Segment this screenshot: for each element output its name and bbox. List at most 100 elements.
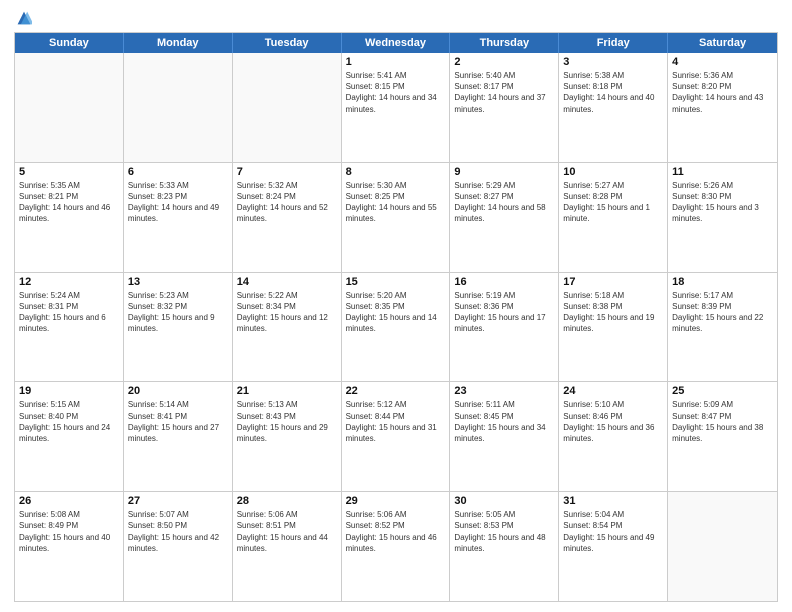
calendar-cell-6: 6 Sunrise: 5:33 AMSunset: 8:23 PMDaylight…	[124, 163, 233, 272]
cell-day-number: 26	[19, 495, 119, 507]
logo-icon	[16, 10, 32, 26]
cell-sun-info: Sunrise: 5:04 AMSunset: 8:54 PMDaylight:…	[563, 509, 663, 554]
cell-sun-info: Sunrise: 5:26 AMSunset: 8:30 PMDaylight:…	[672, 180, 773, 225]
cell-sun-info: Sunrise: 5:20 AMSunset: 8:35 PMDaylight:…	[346, 290, 446, 335]
day-of-week-tuesday: Tuesday	[233, 33, 342, 53]
cell-day-number: 5	[19, 166, 119, 178]
day-of-week-wednesday: Wednesday	[342, 33, 451, 53]
calendar-cell-31: 31 Sunrise: 5:04 AMSunset: 8:54 PMDayligh…	[559, 492, 668, 601]
calendar-cell-26: 26 Sunrise: 5:08 AMSunset: 8:49 PMDayligh…	[15, 492, 124, 601]
cell-day-number: 27	[128, 495, 228, 507]
cell-sun-info: Sunrise: 5:22 AMSunset: 8:34 PMDaylight:…	[237, 290, 337, 335]
cell-day-number: 6	[128, 166, 228, 178]
day-of-week-monday: Monday	[124, 33, 233, 53]
cell-day-number: 22	[346, 385, 446, 397]
cell-sun-info: Sunrise: 5:41 AMSunset: 8:15 PMDaylight:…	[346, 70, 446, 115]
cell-day-number: 15	[346, 276, 446, 288]
cell-day-number: 17	[563, 276, 663, 288]
cell-day-number: 14	[237, 276, 337, 288]
calendar-cell-3: 3Sunrise: 5:38 AMSunset: 8:18 PMDaylight…	[559, 53, 668, 162]
cell-sun-info: Sunrise: 5:06 AMSunset: 8:51 PMDaylight:…	[237, 509, 337, 554]
calendar-cell-empty-1	[124, 53, 233, 162]
calendar: SundayMondayTuesdayWednesdayThursdayFrid…	[14, 32, 778, 602]
calendar-cell-22: 22 Sunrise: 5:12 AMSunset: 8:44 PMDayligh…	[342, 382, 451, 491]
calendar-cell-empty-6	[668, 492, 777, 601]
calendar-body: 1 Sunrise: 5:41 AMSunset: 8:15 PMDaylight…	[15, 53, 777, 601]
calendar-cell-28: 28 Sunrise: 5:06 AMSunset: 8:51 PMDayligh…	[233, 492, 342, 601]
cell-sun-info: Sunrise: 5:08 AMSunset: 8:49 PMDaylight:…	[19, 509, 119, 554]
header	[14, 10, 778, 26]
calendar-cell-20: 20 Sunrise: 5:14 AMSunset: 8:41 PMDayligh…	[124, 382, 233, 491]
cell-sun-info: Sunrise: 5:17 AMSunset: 8:39 PMDaylight:…	[672, 290, 773, 335]
calendar-cell-empty-0	[15, 53, 124, 162]
cell-day-number: 10	[563, 166, 663, 178]
cell-day-number: 30	[454, 495, 554, 507]
cell-day-number: 8	[346, 166, 446, 178]
calendar-header: SundayMondayTuesdayWednesdayThursdayFrid…	[15, 33, 777, 53]
calendar-cell-7: 7Sunrise: 5:32 AMSunset: 8:24 PMDaylight…	[233, 163, 342, 272]
cell-sun-info: Sunrise: 5:14 AMSunset: 8:41 PMDaylight:…	[128, 399, 228, 444]
cell-day-number: 12	[19, 276, 119, 288]
cell-day-number: 13	[128, 276, 228, 288]
cell-day-number: 20	[128, 385, 228, 397]
cell-day-number: 28	[237, 495, 337, 507]
calendar-cell-21: 21Sunrise: 5:13 AMSunset: 8:43 PMDayligh…	[233, 382, 342, 491]
calendar-cell-14: 14 Sunrise: 5:22 AMSunset: 8:34 PMDayligh…	[233, 273, 342, 382]
calendar-cell-29: 29Sunrise: 5:06 AMSunset: 8:52 PMDayligh…	[342, 492, 451, 601]
cell-sun-info: Sunrise: 5:29 AMSunset: 8:27 PMDaylight:…	[454, 180, 554, 225]
calendar-row-0: 1 Sunrise: 5:41 AMSunset: 8:15 PMDaylight…	[15, 53, 777, 163]
calendar-cell-25: 25 Sunrise: 5:09 AMSunset: 8:47 PMDayligh…	[668, 382, 777, 491]
calendar-row-3: 19 Sunrise: 5:15 AMSunset: 8:40 PMDayligh…	[15, 382, 777, 492]
calendar-cell-30: 30Sunrise: 5:05 AMSunset: 8:53 PMDayligh…	[450, 492, 559, 601]
day-of-week-thursday: Thursday	[450, 33, 559, 53]
calendar-cell-5: 5Sunrise: 5:35 AMSunset: 8:21 PMDaylight…	[15, 163, 124, 272]
cell-sun-info: Sunrise: 5:13 AMSunset: 8:43 PMDaylight:…	[237, 399, 337, 444]
cell-day-number: 1	[346, 56, 446, 68]
calendar-cell-17: 17 Sunrise: 5:18 AMSunset: 8:38 PMDayligh…	[559, 273, 668, 382]
cell-sun-info: Sunrise: 5:10 AMSunset: 8:46 PMDaylight:…	[563, 399, 663, 444]
calendar-cell-12: 12 Sunrise: 5:24 AMSunset: 8:31 PMDayligh…	[15, 273, 124, 382]
cell-sun-info: Sunrise: 5:38 AMSunset: 8:18 PMDaylight:…	[563, 70, 663, 115]
cell-day-number: 24	[563, 385, 663, 397]
day-of-week-sunday: Sunday	[15, 33, 124, 53]
cell-sun-info: Sunrise: 5:32 AMSunset: 8:24 PMDaylight:…	[237, 180, 337, 225]
cell-sun-info: Sunrise: 5:18 AMSunset: 8:38 PMDaylight:…	[563, 290, 663, 335]
calendar-cell-10: 10Sunrise: 5:27 AMSunset: 8:28 PMDayligh…	[559, 163, 668, 272]
cell-day-number: 25	[672, 385, 773, 397]
cell-sun-info: Sunrise: 5:30 AMSunset: 8:25 PMDaylight:…	[346, 180, 446, 225]
calendar-cell-19: 19 Sunrise: 5:15 AMSunset: 8:40 PMDayligh…	[15, 382, 124, 491]
cell-sun-info: Sunrise: 5:33 AMSunset: 8:23 PMDaylight:…	[128, 180, 228, 225]
cell-sun-info: Sunrise: 5:19 AMSunset: 8:36 PMDaylight:…	[454, 290, 554, 335]
cell-sun-info: Sunrise: 5:07 AMSunset: 8:50 PMDaylight:…	[128, 509, 228, 554]
cell-sun-info: Sunrise: 5:24 AMSunset: 8:31 PMDaylight:…	[19, 290, 119, 335]
calendar-row-4: 26 Sunrise: 5:08 AMSunset: 8:49 PMDayligh…	[15, 492, 777, 601]
cell-sun-info: Sunrise: 5:12 AMSunset: 8:44 PMDaylight:…	[346, 399, 446, 444]
cell-sun-info: Sunrise: 5:09 AMSunset: 8:47 PMDaylight:…	[672, 399, 773, 444]
calendar-cell-8: 8 Sunrise: 5:30 AMSunset: 8:25 PMDaylight…	[342, 163, 451, 272]
calendar-cell-27: 27 Sunrise: 5:07 AMSunset: 8:50 PMDayligh…	[124, 492, 233, 601]
calendar-cell-13: 13 Sunrise: 5:23 AMSunset: 8:32 PMDayligh…	[124, 273, 233, 382]
cell-day-number: 4	[672, 56, 773, 68]
calendar-cell-15: 15 Sunrise: 5:20 AMSunset: 8:35 PMDayligh…	[342, 273, 451, 382]
cell-day-number: 18	[672, 276, 773, 288]
calendar-cell-1: 1 Sunrise: 5:41 AMSunset: 8:15 PMDaylight…	[342, 53, 451, 162]
cell-sun-info: Sunrise: 5:23 AMSunset: 8:32 PMDaylight:…	[128, 290, 228, 335]
calendar-row-1: 5Sunrise: 5:35 AMSunset: 8:21 PMDaylight…	[15, 163, 777, 273]
cell-day-number: 9	[454, 166, 554, 178]
cell-day-number: 19	[19, 385, 119, 397]
cell-day-number: 23	[454, 385, 554, 397]
cell-day-number: 2	[454, 56, 554, 68]
cell-sun-info: Sunrise: 5:36 AMSunset: 8:20 PMDaylight:…	[672, 70, 773, 115]
page: SundayMondayTuesdayWednesdayThursdayFrid…	[0, 0, 792, 612]
day-of-week-friday: Friday	[559, 33, 668, 53]
cell-sun-info: Sunrise: 5:15 AMSunset: 8:40 PMDaylight:…	[19, 399, 119, 444]
calendar-cell-9: 9 Sunrise: 5:29 AMSunset: 8:27 PMDaylight…	[450, 163, 559, 272]
cell-day-number: 11	[672, 166, 773, 178]
cell-day-number: 31	[563, 495, 663, 507]
calendar-cell-11: 11 Sunrise: 5:26 AMSunset: 8:30 PMDayligh…	[668, 163, 777, 272]
calendar-cell-empty-2	[233, 53, 342, 162]
calendar-cell-2: 2 Sunrise: 5:40 AMSunset: 8:17 PMDaylight…	[450, 53, 559, 162]
cell-sun-info: Sunrise: 5:40 AMSunset: 8:17 PMDaylight:…	[454, 70, 554, 115]
cell-day-number: 29	[346, 495, 446, 507]
calendar-row-2: 12 Sunrise: 5:24 AMSunset: 8:31 PMDayligh…	[15, 273, 777, 383]
